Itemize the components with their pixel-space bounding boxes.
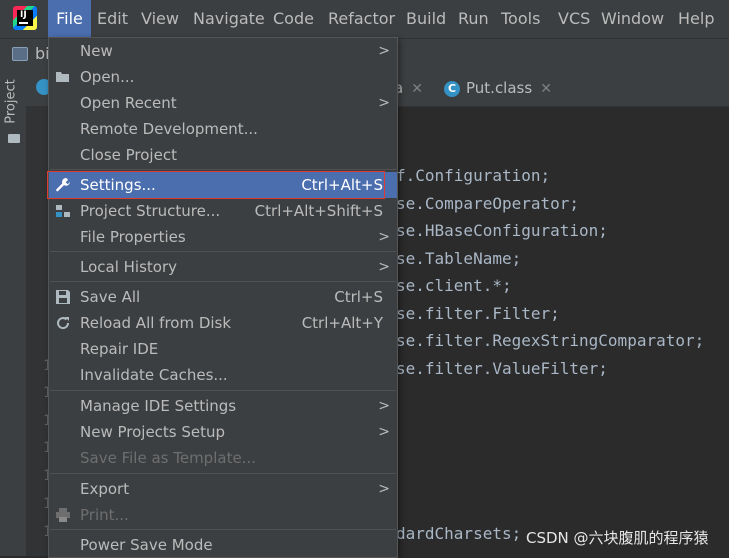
project-tool-window-button[interactable]: Project — [3, 79, 23, 128]
project-structure-icon — [56, 205, 70, 217]
menu-separator — [50, 169, 396, 170]
menu-item-repair-ide[interactable]: Repair IDE — [49, 336, 397, 362]
code-line[interactable]: se.client.*; — [396, 276, 512, 295]
menu-help[interactable]: Help — [678, 0, 714, 38]
menu-window[interactable]: Window — [601, 0, 664, 38]
menu-separator — [50, 529, 396, 530]
menu-item-invalidate-caches[interactable]: Invalidate Caches... — [49, 362, 397, 388]
chevron-right-icon: > — [378, 95, 390, 111]
close-icon[interactable]: ✕ — [411, 81, 423, 97]
menu-item-open-recent[interactable]: Open Recent > — [49, 90, 397, 116]
menu-code[interactable]: Code — [273, 0, 314, 38]
menu-vcs[interactable]: VCS — [558, 0, 590, 38]
intellij-logo-icon[interactable]: IJ — [13, 6, 37, 30]
code-line[interactable]: se.CompareOperator; — [396, 194, 579, 213]
menu-item-remote-development[interactable]: Remote Development... — [49, 116, 397, 142]
close-icon[interactable]: ✕ — [540, 81, 552, 97]
menu-item-close-project[interactable]: Close Project — [49, 142, 397, 168]
printer-icon — [56, 508, 70, 522]
chevron-right-icon: > — [378, 259, 390, 275]
code-line[interactable]: f.Configuration; — [396, 166, 550, 185]
menu-item-export[interactable]: Export > — [49, 476, 397, 502]
left-tool-strip — [0, 71, 27, 556]
menu-bar: IJ File Edit View Navigate Code Refactor… — [0, 0, 729, 38]
menu-refactor[interactable]: Refactor — [328, 0, 395, 38]
menu-tools[interactable]: Tools — [501, 0, 540, 38]
watermark: CSDN @六块腹肌的程序猿 — [526, 529, 709, 547]
menu-item-local-history[interactable]: Local History > — [49, 254, 397, 280]
editor-tab-put-class[interactable]: C Put.class ✕ — [444, 71, 552, 106]
menu-build[interactable]: Build — [406, 0, 446, 38]
menu-separator — [50, 473, 396, 474]
menu-item-power-save-mode[interactable]: Power Save Mode — [49, 532, 397, 558]
menu-edit[interactable]: Edit — [97, 0, 128, 38]
menu-separator — [50, 281, 396, 282]
menu-item-manage-ide-settings[interactable]: Manage IDE Settings > — [49, 393, 397, 419]
menu-item-project-structure[interactable]: Project Structure... Ctrl+Alt+Shift+S — [49, 198, 397, 224]
chevron-right-icon: > — [378, 229, 390, 245]
class-file-icon: C — [444, 80, 460, 97]
code-line[interactable]: se.TableName; — [396, 249, 521, 268]
menu-item-file-properties[interactable]: File Properties > — [49, 224, 397, 250]
menu-item-open[interactable]: Open... — [49, 64, 397, 90]
editor-gutter — [26, 106, 48, 556]
menu-file[interactable]: File — [48, 0, 91, 38]
code-line[interactable]: se.filter.ValueFilter; — [396, 359, 608, 378]
menu-item-settings[interactable]: Settings... Ctrl+Alt+S — [47, 171, 397, 199]
code-line[interactable]: se.filter.RegexStringComparator; — [396, 331, 704, 350]
menu-navigate[interactable]: Navigate — [193, 0, 265, 38]
chevron-right-icon: > — [378, 398, 390, 414]
wrench-icon — [56, 178, 70, 192]
menu-item-print: Print... — [49, 502, 397, 528]
menu-item-reload-all[interactable]: Reload All from Disk Ctrl+Alt+Y — [49, 310, 397, 336]
folder-open-icon — [56, 72, 69, 82]
project-icon — [12, 47, 28, 61]
menu-item-new[interactable]: New > — [49, 38, 397, 64]
editor-tab-a[interactable]: a ✕ — [394, 71, 423, 106]
save-icon — [56, 290, 70, 304]
code-line[interactable]: se.filter.Filter; — [396, 304, 560, 323]
chevron-right-icon: > — [378, 481, 390, 497]
menu-view[interactable]: View — [141, 0, 179, 38]
chevron-right-icon: > — [378, 424, 390, 440]
menu-separator — [50, 251, 396, 252]
refresh-icon — [57, 317, 70, 330]
menu-item-save-as-template: Save File as Template... — [80, 449, 256, 467]
code-line[interactable]: se.HBaseConfiguration; — [396, 221, 608, 240]
menu-separator — [50, 390, 396, 391]
file-menu-dropdown: New > Open... Open Recent > Remote Develop… — [47, 37, 398, 558]
folder-icon — [8, 134, 20, 143]
chevron-right-icon: > — [378, 43, 390, 59]
code-line[interactable]: dardCharsets; — [396, 524, 521, 543]
menu-item-new-projects-setup[interactable]: New Projects Setup > — [49, 419, 397, 445]
menu-run[interactable]: Run — [458, 0, 489, 38]
menu-item-save-all[interactable]: Save All Ctrl+S — [49, 284, 397, 310]
